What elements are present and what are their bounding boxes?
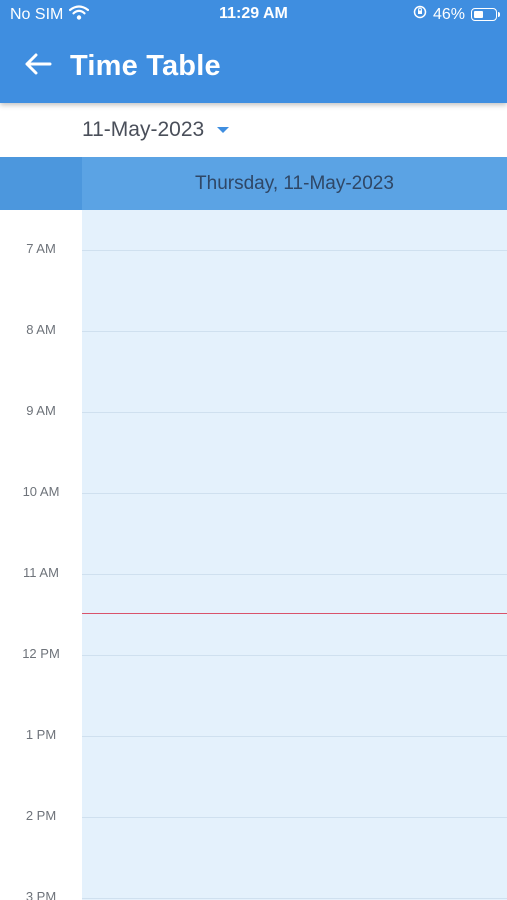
hour-gridline [82,898,507,899]
hour-label: 10 AM [22,484,60,499]
hour-gridline [82,736,507,737]
battery-percent: 46% [432,5,465,23]
day-calendar[interactable]: 6 AM7 AM8 AM9 AM10 AM11 AM12 PM1 PM2 PM3… [0,157,507,900]
header: Time Table [0,36,507,96]
day-header-gutter [0,157,82,210]
status-right: 46% [413,5,500,24]
hour-gridline [82,574,507,575]
hour-label: 2 PM [25,808,57,823]
battery-level [474,11,483,18]
hour-label: 12 PM [22,646,60,661]
hour-label: 8 AM [26,322,56,337]
hour-gridline [82,493,507,494]
hour-label: 1 PM [25,727,57,742]
hour-gridline [82,331,507,332]
day-header: Thursday, 11-May-2023 [0,157,507,210]
selected-date: 11-May-2023 [82,118,205,141]
app-bar: No SIM 11:29 AM 46% Time Table [0,0,507,103]
back-button[interactable] [12,40,64,92]
hour-label: 11 AM [23,565,59,580]
hour-label: 9 AM [26,403,56,418]
hour-gridline [82,250,507,251]
hour-gridline [82,655,507,656]
current-time-indicator [82,613,507,615]
hour-label: 7 AM [26,241,56,256]
arrow-left-icon [24,53,52,80]
battery-icon [471,8,500,21]
day-header-label: Thursday, 11-May-2023 [195,173,394,194]
hour-gridline [82,817,507,818]
page-title: Time Table [70,49,221,82]
status-bar: No SIM 11:29 AM 46% [0,0,507,30]
hour-label: 3 PM [25,889,57,900]
rotation-lock-icon [413,5,427,24]
day-column[interactable] [82,157,507,900]
hour-gridline [82,412,507,413]
caret-down-icon [216,121,230,139]
date-selector[interactable]: 11-May-2023 [82,110,230,150]
